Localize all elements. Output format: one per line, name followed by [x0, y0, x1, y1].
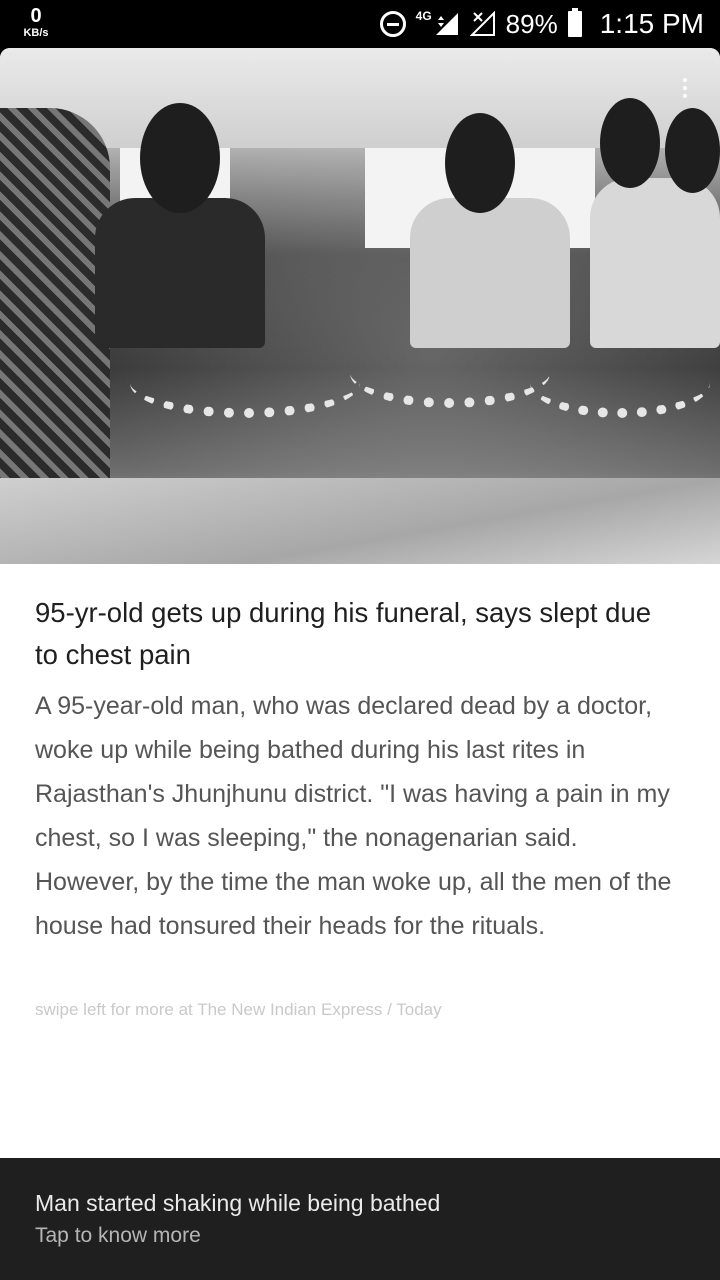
no-sim-icon: [469, 11, 495, 36]
image-cloth: [0, 478, 720, 564]
clock: 1:15 PM: [599, 8, 704, 39]
tap-to-know-more-link[interactable]: Tap to know more: [35, 1224, 201, 1248]
footer-tagline: Man started shaking while being bathed: [35, 1190, 441, 1216]
network-speed-unit: KB/s: [23, 27, 49, 39]
news-card[interactable]: 95-yr-old gets up during his funeral, sa…: [0, 48, 720, 1158]
signal-icon: [435, 13, 458, 35]
image-person-head: [140, 103, 220, 213]
network-speed-value: 0: [30, 5, 42, 27]
image-person-head: [600, 98, 660, 188]
image-person: [590, 178, 720, 348]
image-person-head: [665, 108, 720, 193]
footer-banner[interactable]: Man started shaking while being bathed T…: [0, 1158, 720, 1280]
image-garland: [530, 348, 710, 418]
image-garland: [130, 348, 360, 418]
status-icons: 4G 89% 1:15 PM: [379, 0, 704, 48]
battery-percentage: 89%: [505, 8, 558, 39]
image-person: [95, 198, 265, 348]
image-person: [410, 198, 570, 348]
network-speed-indicator: 0 KB/s: [18, 6, 54, 39]
status-bar: 0 KB/s 4G 89% 1:15 PM: [0, 0, 720, 48]
battery-icon: [567, 8, 582, 37]
image-garland: [350, 338, 550, 408]
image-person-foreground: [0, 108, 110, 508]
image-person-head: [445, 113, 515, 213]
network-type: 4G: [415, 9, 432, 23]
article-image[interactable]: [0, 48, 720, 564]
do-not-disturb-icon: [379, 11, 406, 37]
source-attribution[interactable]: swipe left for more at The New Indian Ex…: [35, 1000, 442, 1020]
article-body: A 95-year-old man, who was declared dead…: [35, 692, 672, 940]
article-headline: 95-yr-old gets up during his funeral, sa…: [35, 597, 652, 670]
more-options-icon[interactable]: [682, 78, 688, 98]
